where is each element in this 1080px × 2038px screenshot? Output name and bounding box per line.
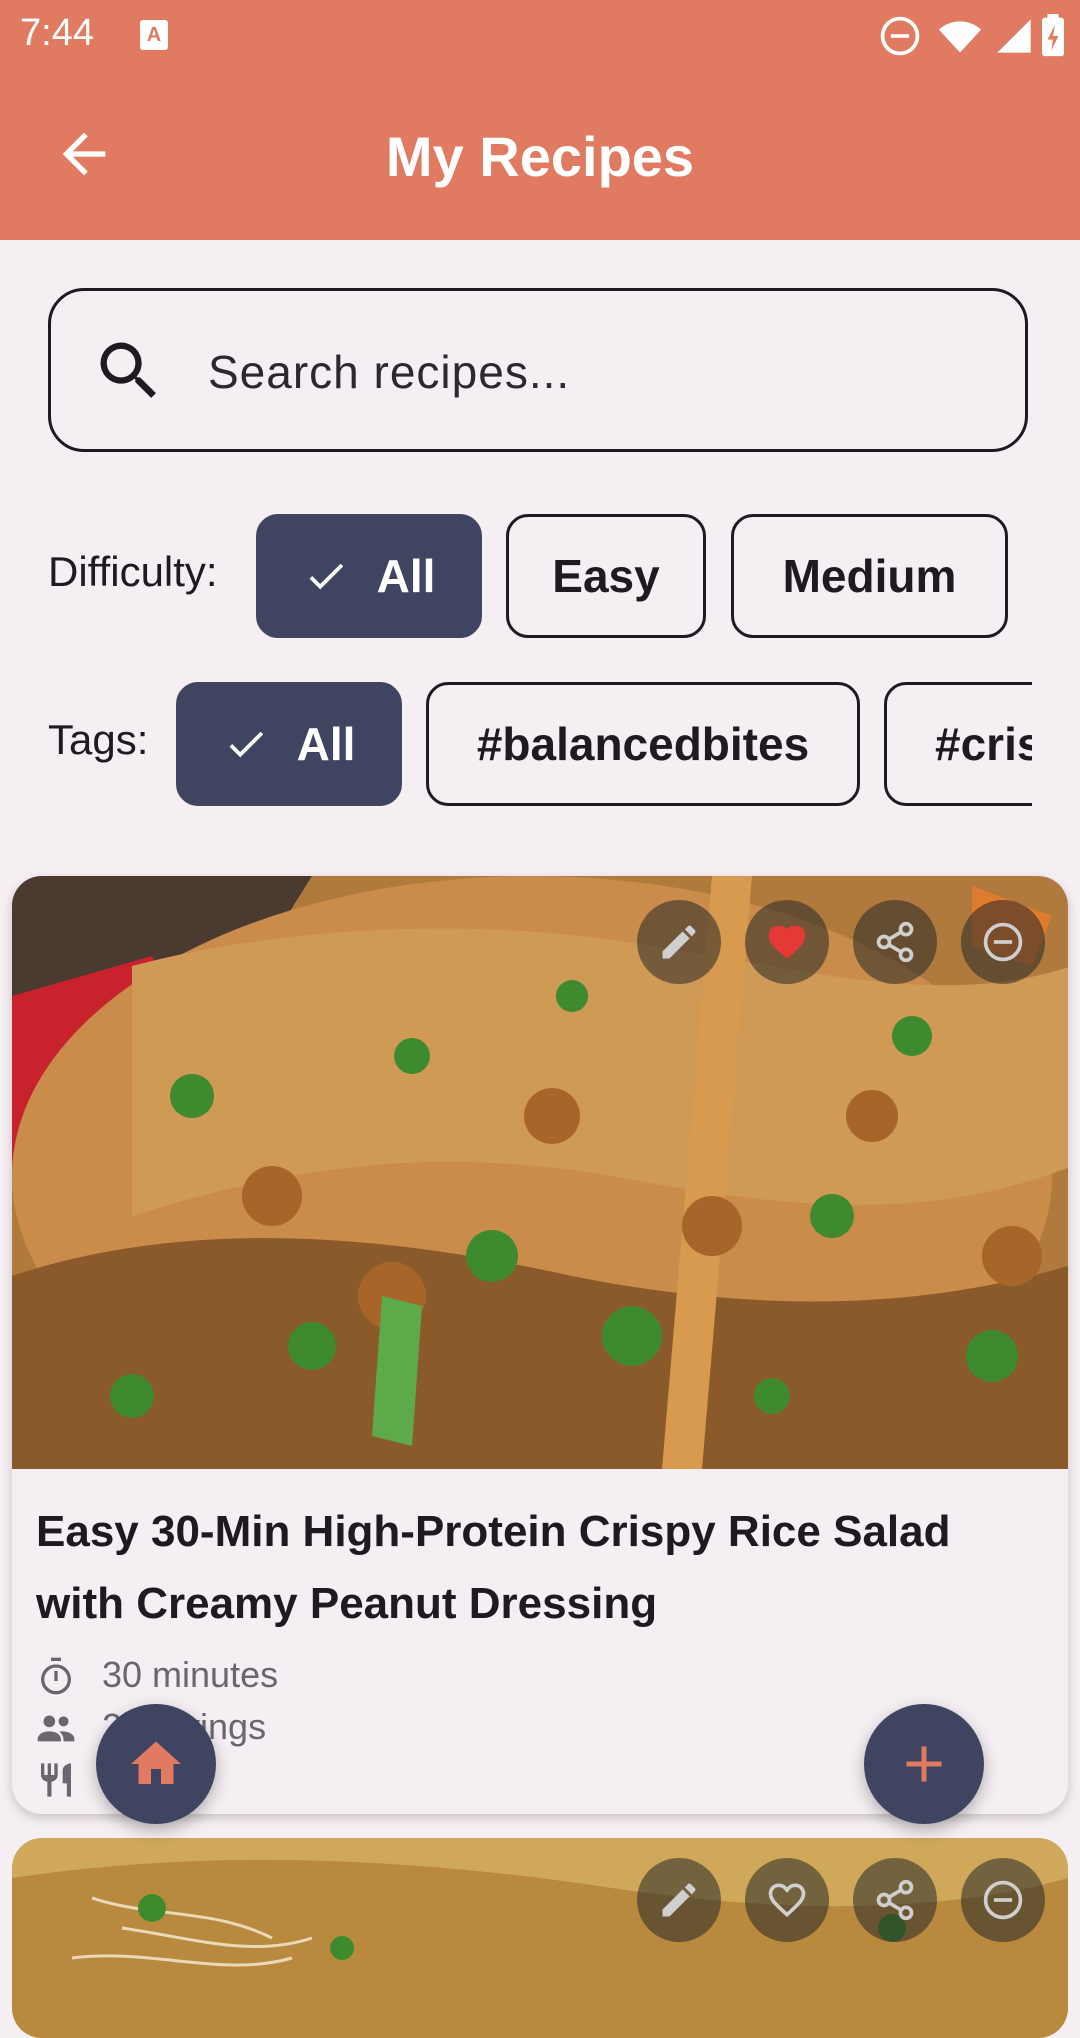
- restaurant-icon: [41, 1763, 71, 1797]
- difficulty-chip-easy[interactable]: Easy: [506, 514, 706, 638]
- difficulty-chip-all[interactable]: All: [256, 514, 482, 638]
- timer-icon: [41, 1657, 71, 1695]
- chip-label: #cris: [935, 718, 1032, 770]
- difficulty-filter: Difficulty: All Easy Medium: [48, 514, 1032, 638]
- app-bar: My Recipes: [0, 72, 1080, 240]
- chip-label: Easy: [552, 550, 660, 602]
- difficulty-label: Difficulty:: [48, 548, 218, 595]
- remove-button[interactable]: [961, 900, 1045, 984]
- chip-label: All: [376, 550, 436, 602]
- wifi-icon: [938, 14, 982, 63]
- battery-charging-icon: [1040, 14, 1066, 63]
- check-icon: [309, 563, 343, 590]
- heart-outline-icon: [768, 1883, 806, 1918]
- recipe-card[interactable]: [12, 1838, 1068, 2038]
- edit-icon: [662, 925, 696, 959]
- add-icon: [906, 1746, 942, 1782]
- share-icon: [876, 1879, 914, 1921]
- remove-icon: [983, 1880, 1023, 1920]
- favorite-button[interactable]: [745, 900, 829, 984]
- home-icon: [131, 1741, 181, 1784]
- share-button[interactable]: [853, 900, 937, 984]
- tags-filter: Tags: All #balancedbites #cris: [48, 682, 1032, 806]
- add-recipe-button[interactable]: [864, 1704, 984, 1824]
- edit-button[interactable]: [637, 1858, 721, 1942]
- remove-button[interactable]: [961, 1858, 1045, 1942]
- text-notification-icon: A: [140, 20, 168, 50]
- chip-label: #balancedbites: [476, 718, 810, 770]
- signal-icon: [994, 14, 1034, 63]
- edit-icon: [662, 1883, 696, 1917]
- heart-icon: [768, 925, 806, 960]
- status-bar: 7:44 A: [0, 0, 1080, 72]
- people-icon: [37, 1715, 75, 1742]
- search-bar[interactable]: [48, 288, 1028, 452]
- search-icon: [91, 333, 167, 409]
- recipe-card[interactable]: Easy 30-Min High-Protein Crispy Rice Sal…: [12, 876, 1068, 1814]
- tag-chip-crispy[interactable]: #cris: [884, 682, 1032, 806]
- home-button[interactable]: [96, 1704, 216, 1824]
- favorite-button[interactable]: [745, 1858, 829, 1942]
- share-icon: [876, 921, 914, 963]
- recipe-time-text: 30 minutes: [102, 1654, 279, 1695]
- tag-chip-all[interactable]: All: [176, 682, 402, 806]
- chip-label: All: [296, 718, 356, 770]
- remove-icon: [983, 922, 1023, 962]
- recipe-title: Easy 30-Min High-Protein Crispy Rice Sal…: [36, 1507, 951, 1628]
- page-title: My Recipes: [385, 125, 695, 188]
- difficulty-chip-medium[interactable]: Medium: [731, 514, 1008, 638]
- do-not-disturb-icon: [878, 14, 922, 63]
- share-button[interactable]: [853, 1858, 937, 1942]
- edit-button[interactable]: [637, 900, 721, 984]
- tags-label: Tags:: [48, 716, 149, 763]
- check-icon: [229, 731, 263, 758]
- status-time: 7:44: [20, 12, 94, 54]
- search-input[interactable]: [206, 331, 990, 413]
- chip-label: Medium: [782, 550, 957, 602]
- tag-chip-balancedbites[interactable]: #balancedbites: [426, 682, 860, 806]
